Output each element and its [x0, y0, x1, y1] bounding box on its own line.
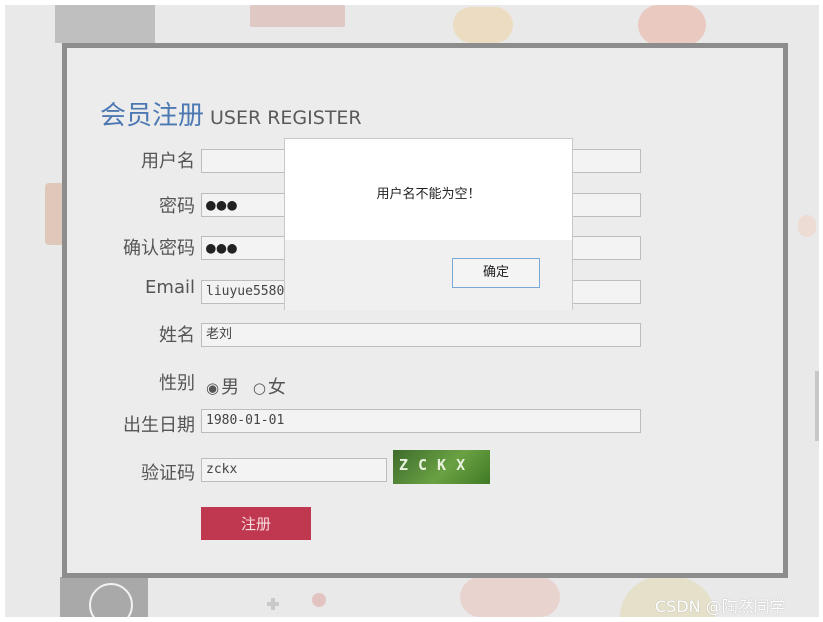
register-button[interactable]: 注册 — [201, 507, 311, 540]
background-decoration — [815, 371, 819, 441]
name-input[interactable]: 老刘 — [201, 323, 641, 347]
register-form-panel: 会员注册 USER REGISTER 用户名 密码 ●●● 确认密码 ●●● Em… — [62, 43, 788, 578]
radio-checked-icon[interactable]: ◉ — [206, 379, 219, 397]
background-decoration — [271, 598, 275, 610]
gender-male-label: 男 — [221, 377, 240, 398]
captcha-input[interactable]: zckx — [201, 458, 387, 482]
form-title: 会员注册 USER REGISTER — [100, 95, 362, 132]
alert-ok-button[interactable]: 确定 — [452, 258, 540, 288]
radio-unchecked-icon[interactable]: ○ — [253, 379, 266, 397]
name-label: 姓名 — [159, 325, 195, 346]
confirm-password-label: 确认密码 — [123, 238, 195, 259]
form-title-en: USER REGISTER — [210, 107, 362, 129]
birthdate-input[interactable]: 1980-01-01 — [201, 409, 641, 433]
background-decoration — [460, 577, 560, 617]
gender-radio-group: ◉ 男 ○ 女 — [206, 373, 294, 399]
alert-message: 用户名不能为空！ — [376, 187, 481, 202]
form-title-cn: 会员注册 — [100, 101, 205, 131]
birthdate-label: 出生日期 — [123, 415, 195, 436]
background-decoration — [312, 593, 326, 607]
background-decoration — [453, 7, 513, 43]
gender-female-option[interactable]: ○ 女 — [253, 377, 286, 398]
username-label: 用户名 — [141, 151, 195, 172]
gender-male-option[interactable]: ◉ 男 — [206, 377, 245, 398]
page-background: 会员注册 USER REGISTER 用户名 密码 ●●● 确认密码 ●●● Em… — [5, 5, 819, 617]
background-decoration — [55, 5, 155, 43]
gender-female-label: 女 — [267, 377, 286, 398]
background-decoration — [798, 215, 816, 237]
password-label: 密码 — [159, 196, 195, 217]
alert-dialog: 用户名不能为空！ 确定 — [284, 138, 573, 310]
watermark: CSDN @陶然同学 — [655, 597, 786, 616]
background-decoration — [250, 5, 345, 27]
email-label: Email — [145, 277, 195, 298]
alert-footer: 确定 — [285, 240, 572, 310]
background-decoration — [638, 5, 706, 45]
captcha-label: 验证码 — [141, 463, 195, 484]
gender-label: 性别 — [159, 373, 195, 394]
captcha-image[interactable]: ZCKX — [393, 450, 490, 484]
